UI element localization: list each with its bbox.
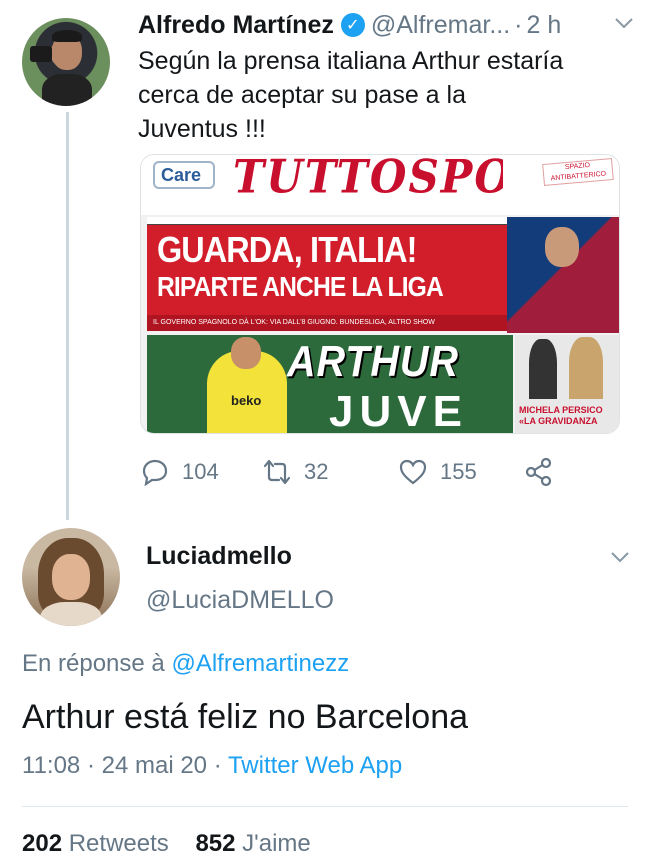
media-care-label: Care <box>153 161 215 189</box>
tweet-actions: 104 32 155 <box>140 454 620 490</box>
avatar[interactable] <box>22 18 110 106</box>
media-headline-1: GUARDA, ITALIA! <box>157 229 417 270</box>
media-side-caption-2: «LA GRAVIDANZA <box>519 416 598 426</box>
retweet-count: 32 <box>304 459 329 484</box>
retweets-count: 202 <box>22 830 63 857</box>
media-headline-2: RIPARTE ANCHE LA LIGA <box>157 271 444 302</box>
tweet-source-link[interactable]: Twitter Web App <box>228 752 402 779</box>
media-masthead: TUTTOSPORT <box>233 154 503 202</box>
like-count: 155 <box>440 459 477 484</box>
tweet-text-line: cerca de aceptar su pase a la <box>138 81 466 109</box>
author-handle[interactable]: @Alfremar... <box>371 11 510 40</box>
chevron-down-icon[interactable] <box>610 544 630 570</box>
like-button[interactable]: 155 <box>398 454 477 490</box>
tweet-text: Según la prensa italiana Arthur estaría … <box>138 44 628 146</box>
separator: · <box>514 10 523 39</box>
divider <box>22 806 628 807</box>
media-headline-4: JUVE <box>329 387 468 433</box>
reply-text: Arthur está feliz no Barcelona <box>22 698 469 736</box>
in-reply-handle-link[interactable]: @Alfremartinezz <box>171 650 349 677</box>
tweet-stats: 202 Retweets 852 J'aime <box>22 830 311 858</box>
share-icon <box>525 457 552 487</box>
media-headline-3: ARTHUR <box>287 337 459 386</box>
retweet-button[interactable]: 32 <box>262 454 328 490</box>
share-button[interactable] <box>524 454 566 490</box>
tweet-time[interactable]: 11:08 <box>22 752 80 779</box>
avatar[interactable] <box>22 528 120 626</box>
thread-line <box>66 112 69 520</box>
separator: · <box>86 752 95 779</box>
reply-icon <box>142 459 168 487</box>
separator: · <box>213 752 222 779</box>
reply-count: 104 <box>182 459 219 484</box>
tweet-date[interactable]: 24 mai 20 <box>102 752 207 779</box>
likes-count: 852 <box>195 830 236 857</box>
reply-button[interactable]: 104 <box>140 454 219 490</box>
verified-icon: ✓ <box>340 13 365 37</box>
media-strip: IL GOVERNO SPAGNOLO DÀ L'OK: VIA DALL'8 … <box>147 315 507 331</box>
media-photo-player <box>507 217 619 333</box>
heart-icon <box>399 459 427 485</box>
media-headline-block: GUARDA, ITALIA! RIPARTE ANCHE LA LIGA IL… <box>147 225 507 331</box>
retweets-label: Retweets <box>68 830 169 857</box>
author-name[interactable]: Luciadmello <box>146 542 292 571</box>
author-name[interactable]: Alfredo Martínez <box>138 11 334 40</box>
tweet-media-image[interactable]: Care TUTTOSPORT SPAZIO ANTIBATTERICO GUA… <box>140 154 620 434</box>
likes-stat[interactable]: 852 J'aime <box>195 830 310 857</box>
media-sponsor: beko <box>231 393 262 408</box>
parent-tweet[interactable]: Alfredo Martínez ✓ @Alfremar... · 2 h Se… <box>0 0 650 528</box>
media-side-photo: MICHELA PERSICO «LA GRAVIDANZA <box>515 335 619 433</box>
retweet-icon <box>263 459 291 485</box>
chevron-down-icon[interactable] <box>614 12 634 34</box>
tweet-time[interactable]: 2 h <box>526 11 561 40</box>
tweet-text-line: Juventus !!! <box>138 115 266 143</box>
retweets-stat[interactable]: 202 Retweets <box>22 830 169 857</box>
in-reply-to: En réponse à @Alfremartinezz <box>22 650 349 678</box>
tweet-header: Alfredo Martínez ✓ @Alfremar... · 2 h <box>138 8 638 42</box>
in-reply-prefix: En réponse à <box>22 650 165 677</box>
tweet-meta: 11:08 · 24 mai 20 · Twitter Web App <box>22 752 402 780</box>
media-arthur-block: beko ARTHUR JUVE <box>147 335 513 433</box>
tweet-text-line: Según la prensa italiana Arthur estaría <box>138 47 564 75</box>
media-side-caption-1: MICHELA PERSICO <box>519 405 603 415</box>
author-handle[interactable]: @LuciaDMELLO <box>146 586 334 615</box>
likes-label: J'aime <box>242 830 311 857</box>
